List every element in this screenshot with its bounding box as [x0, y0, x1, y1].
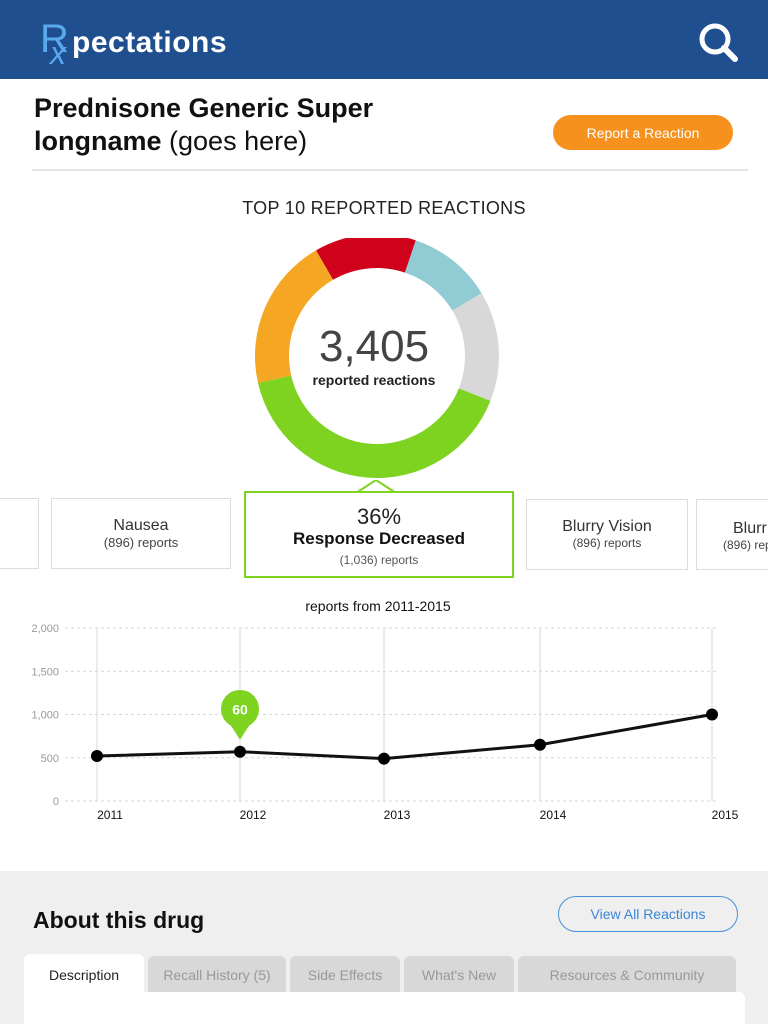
x-tick-label: 2014 [540, 808, 567, 822]
y-tick-label: 500 [41, 753, 59, 765]
tab-whats-new[interactable]: What's New [404, 956, 514, 994]
reaction-card-count: (896) rep [723, 538, 768, 552]
reports-line-chart: 2,000 1,500 1,000 500 0 2011 2012 2013 2014 2015 6… [31, 623, 739, 822]
tab-recall-history[interactable]: Recall History (5) [148, 956, 286, 994]
donut-segment-0[interactable] [316, 238, 416, 280]
series-line [96, 713, 713, 761]
y-tick-label: 2,000 [31, 623, 59, 635]
top-bar: R x pectations [0, 0, 768, 79]
reactions-title: TOP 10 REPORTED REACTIONS [242, 198, 526, 218]
data-point-2013[interactable] [378, 752, 390, 765]
report-reaction-button[interactable]: Report a Reaction [553, 115, 733, 150]
reaction-card-count: (1,036) reports [339, 553, 419, 567]
tab-description[interactable]: Description [24, 954, 144, 996]
reaction-card-name: Blurr [733, 520, 767, 537]
data-point-2014[interactable] [534, 738, 546, 751]
x-tick-label: 2015 [712, 808, 739, 822]
reaction-card-partial-left[interactable] [0, 498, 39, 569]
reaction-card-selected[interactable]: 36% Response Decreased (1,036) reports [244, 491, 514, 578]
reaction-card-name: Nausea [113, 517, 169, 534]
donut-total: 3,405 [318, 322, 430, 371]
logo-text: pectations [72, 26, 228, 59]
tab-side-effects[interactable]: Side Effects [290, 956, 400, 994]
logo-x: x [50, 35, 66, 71]
title-divider [32, 169, 748, 171]
reaction-card-nausea[interactable]: Nausea (896) reports [51, 498, 231, 569]
app-page: R x pectations Prednisone Generic Super … [0, 0, 768, 1024]
reaction-card-count: (896) reports [103, 535, 179, 550]
x-tick-label: 2012 [240, 808, 267, 822]
drug-name-line1: Prednisone Generic Super [34, 93, 374, 123]
y-tick-label: 1,000 [31, 710, 59, 722]
tab-resources-community[interactable]: Resources & Community [518, 956, 736, 994]
reaction-card-percent: 36% [356, 504, 402, 529]
highlight-label: 60 [232, 702, 248, 718]
rx-logo-mark: R x [40, 19, 74, 69]
drug-title: Prednisone Generic Super longname (goes … [34, 92, 454, 158]
about-title: About this drug [33, 907, 205, 933]
reaction-card-name: Response Decreased [293, 529, 465, 548]
highlight-marker: 60 [221, 689, 259, 740]
x-tick-label: 2011 [97, 808, 123, 822]
reaction-card-name: Blurry Vision [562, 518, 652, 535]
tab-content-panel [24, 992, 745, 1024]
view-all-reactions-button[interactable]: View All Reactions [558, 896, 738, 932]
app-logo[interactable]: R x pectations [40, 17, 228, 69]
data-point-2015[interactable] [706, 708, 718, 721]
y-tick-label: 1,500 [31, 666, 59, 678]
reaction-card-blurry-vision[interactable]: Blurry Vision (896) reports [526, 499, 688, 570]
donut-segment-3[interactable] [258, 375, 491, 478]
search-icon [699, 23, 738, 62]
data-point-2011[interactable] [91, 750, 103, 763]
reaction-card-count: (896) reports [572, 536, 642, 550]
drug-name-suffix: (goes here) [169, 126, 308, 156]
y-tick-label: 0 [53, 796, 59, 808]
data-point-2012[interactable] [234, 745, 246, 758]
donut-caption: reported reactions [312, 372, 436, 388]
reaction-card-partial-right[interactable]: Blurr (896) rep [696, 499, 768, 570]
chart-title: reports from 2011-2015 [305, 598, 451, 614]
drug-name-line2: longname [34, 126, 162, 156]
search-button[interactable] [696, 20, 740, 64]
x-tick-label: 2013 [384, 808, 411, 822]
